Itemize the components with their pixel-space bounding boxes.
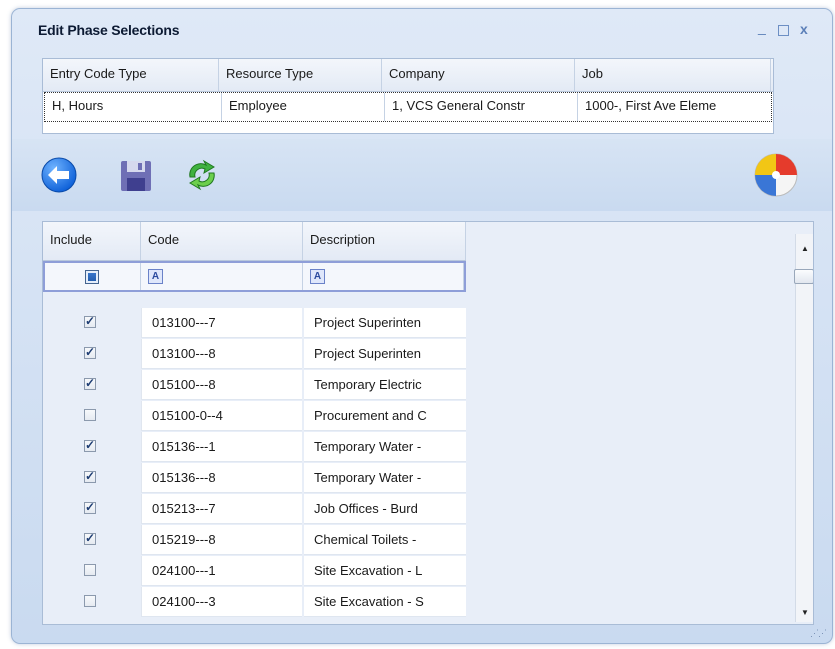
description-cell[interactable]: Job Offices - Burd: [304, 494, 466, 524]
table-row[interactable]: 015100---8Temporary Electric: [43, 370, 466, 401]
scroll-up-icon[interactable]: ▲: [801, 244, 809, 253]
include-cell[interactable]: [43, 370, 141, 400]
save-icon: [121, 161, 151, 191]
include-cell[interactable]: [43, 556, 141, 586]
header-grid-column-headers: Entry Code Type Resource Type Company Jo…: [43, 59, 773, 92]
back-arrow-icon: [41, 157, 77, 193]
include-checkbox[interactable]: [84, 438, 96, 452]
include-cell[interactable]: [43, 401, 141, 431]
edit-phase-selections-window: Edit Phase Selections _ x Entry Code Typ…: [11, 8, 833, 644]
code-cell[interactable]: 015136---8: [141, 463, 302, 493]
job-cell[interactable]: 1000-, First Ave Eleme: [577, 93, 773, 121]
table-row[interactable]: 013100---7Project Superinten: [43, 308, 466, 339]
code-cell[interactable]: 024100---3: [141, 587, 302, 617]
include-checkbox[interactable]: [84, 595, 96, 607]
description-cell[interactable]: Procurement and C: [304, 401, 466, 431]
table-row[interactable]: 015219---8Chemical Toilets -: [43, 525, 466, 556]
toolbar: [12, 139, 832, 211]
include-checkbox[interactable]: [84, 376, 96, 390]
vertical-scrollbar[interactable]: ▲ ▼: [794, 234, 813, 622]
code-cell[interactable]: 013100---7: [141, 308, 302, 338]
column-header-include[interactable]: Include: [43, 222, 141, 260]
include-checkbox[interactable]: [84, 409, 96, 421]
code-cell[interactable]: 015100-0--4: [141, 401, 302, 431]
beach-ball-icon: [752, 151, 800, 199]
header-grid: Entry Code Type Resource Type Company Jo…: [42, 58, 774, 134]
include-cell[interactable]: [43, 587, 141, 617]
include-checkbox[interactable]: [84, 345, 96, 359]
description-filter-cell[interactable]: A: [303, 263, 464, 290]
scroll-thumb[interactable]: [794, 269, 813, 284]
include-checkbox[interactable]: [84, 500, 96, 514]
column-header-resource-type[interactable]: Resource Type: [219, 59, 382, 91]
table-row[interactable]: 024100---3 Site Excavation - S: [43, 587, 466, 618]
include-all-checkbox[interactable]: [85, 270, 99, 284]
column-header-description[interactable]: Description: [303, 222, 466, 260]
include-cell[interactable]: [43, 308, 141, 338]
resource-type-cell[interactable]: Employee: [221, 93, 384, 121]
column-header-code[interactable]: Code: [141, 222, 303, 260]
header-grid-row[interactable]: H, Hours Employee 1, VCS General Constr …: [44, 92, 772, 122]
save-button[interactable]: [118, 155, 158, 195]
code-filter-cell[interactable]: A: [141, 263, 303, 290]
table-row[interactable]: 024100---1 Site Excavation - L: [43, 556, 466, 587]
description-cell[interactable]: Site Excavation - L: [304, 556, 466, 586]
table-row[interactable]: 015136---1Temporary Water -: [43, 432, 466, 463]
include-cell[interactable]: [43, 494, 141, 524]
phase-grid: Include Code Description A A 013100---7P…: [42, 221, 814, 625]
description-cell[interactable]: Temporary Electric: [304, 370, 466, 400]
include-checkbox[interactable]: [84, 314, 96, 328]
back-button[interactable]: [39, 155, 79, 195]
table-row[interactable]: 015136---8Temporary Water -: [43, 463, 466, 494]
phase-grid-rows: 013100---7Project Superinten013100---8Pr…: [43, 308, 466, 618]
minimize-icon[interactable]: _: [758, 20, 766, 34]
code-cell[interactable]: 015136---1: [141, 432, 302, 462]
include-cell[interactable]: [43, 525, 141, 555]
table-row[interactable]: 015213---7Job Offices - Burd: [43, 494, 466, 525]
column-header-job[interactable]: Job: [575, 59, 771, 91]
description-cell[interactable]: Chemical Toilets -: [304, 525, 466, 555]
description-cell[interactable]: Project Superinten: [304, 339, 466, 369]
table-row[interactable]: 013100---8Project Superinten: [43, 339, 466, 370]
scroll-down-icon[interactable]: ▼: [801, 608, 809, 617]
close-icon[interactable]: x: [800, 22, 808, 36]
column-header-company[interactable]: Company: [382, 59, 575, 91]
description-cell[interactable]: Project Superinten: [304, 308, 466, 338]
table-row[interactable]: 015100-0--4 Procurement and C: [43, 401, 466, 432]
refresh-button[interactable]: [182, 155, 222, 195]
code-cell[interactable]: 024100---1: [141, 556, 302, 586]
include-cell[interactable]: [43, 339, 141, 369]
maximize-icon[interactable]: [778, 25, 789, 36]
title-bar[interactable]: Edit Phase Selections _ x: [12, 9, 832, 47]
code-cell[interactable]: 015219---8: [141, 525, 302, 555]
window-title: Edit Phase Selections: [38, 22, 180, 38]
include-checkbox[interactable]: [84, 564, 96, 576]
text-filter-icon[interactable]: A: [148, 269, 163, 284]
include-checkbox[interactable]: [84, 531, 96, 545]
include-filter-cell[interactable]: [45, 263, 141, 290]
column-header-entry-code-type[interactable]: Entry Code Type: [43, 59, 219, 91]
description-cell[interactable]: Site Excavation - S: [304, 587, 466, 617]
text-filter-icon[interactable]: A: [310, 269, 325, 284]
entry-code-type-cell[interactable]: H, Hours: [45, 93, 221, 121]
description-cell[interactable]: Temporary Water -: [304, 432, 466, 462]
include-cell[interactable]: [43, 463, 141, 493]
include-checkbox[interactable]: [84, 469, 96, 483]
code-cell[interactable]: 015100---8: [141, 370, 302, 400]
include-cell[interactable]: [43, 432, 141, 462]
filter-row: A A: [43, 261, 466, 292]
code-cell[interactable]: 013100---8: [141, 339, 302, 369]
description-cell[interactable]: Temporary Water -: [304, 463, 466, 493]
code-cell[interactable]: 015213---7: [141, 494, 302, 524]
resize-grip-icon[interactable]: ⋰⋰: [810, 628, 827, 639]
refresh-icon: [189, 159, 215, 191]
company-cell[interactable]: 1, VCS General Constr: [384, 93, 577, 121]
phase-grid-header: Include Code Description: [43, 222, 466, 261]
